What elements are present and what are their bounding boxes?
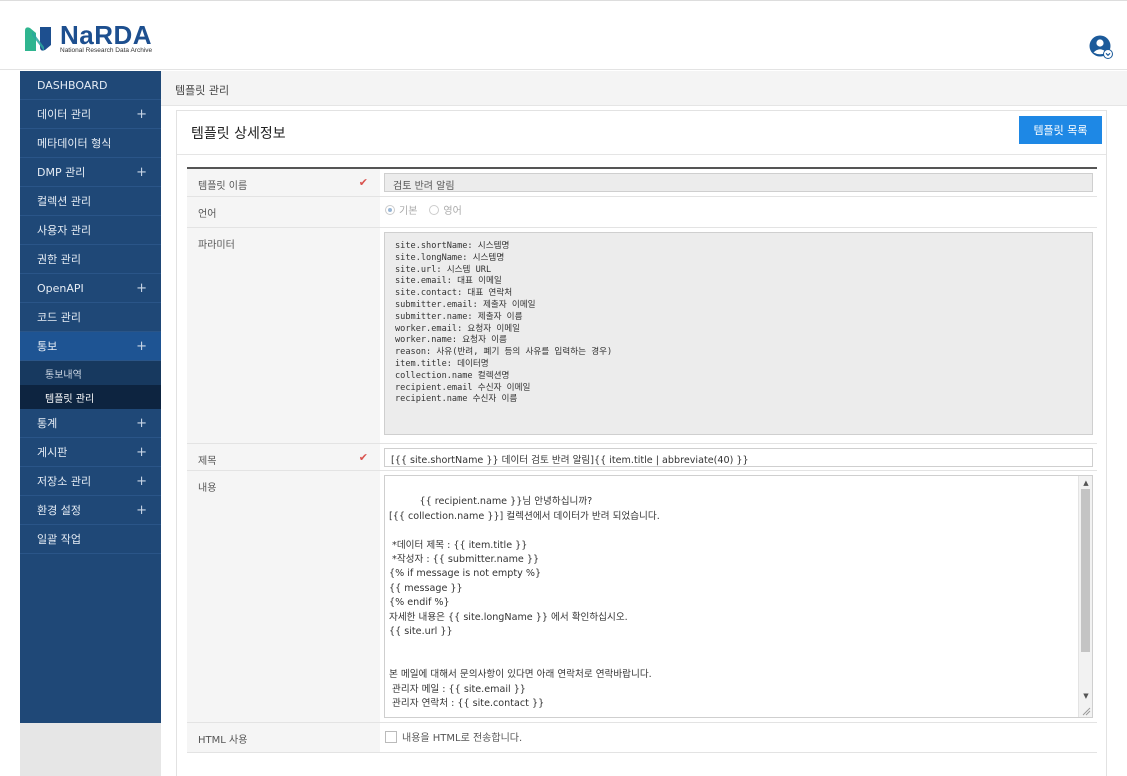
- sidebar-item-data[interactable]: 데이터 관리 +: [20, 100, 161, 129]
- sidebar-item-repository[interactable]: 저장소 관리 +: [20, 467, 161, 496]
- form-row-params: 파라미터 site.shortName: 시스템명 site.longName:…: [187, 228, 1097, 444]
- content-label: 내용: [187, 471, 380, 722]
- language-option-default: 기본: [399, 206, 418, 217]
- required-check-icon: ✔: [358, 451, 368, 464]
- expand-icon: +: [136, 502, 147, 518]
- expand-icon: +: [136, 473, 147, 489]
- sidebar-item-dashboard[interactable]: DASHBOARD: [20, 71, 161, 100]
- sidebar-item-batch-jobs[interactable]: 일괄 작업: [20, 525, 161, 554]
- content-textarea[interactable]: {{ recipient.name }}님 안녕하십니까? [{{ collec…: [384, 475, 1093, 718]
- expand-icon: +: [136, 106, 147, 122]
- divider: [177, 154, 1106, 155]
- sidebar-item-settings[interactable]: 환경 설정 +: [20, 496, 161, 525]
- expand-icon: +: [136, 415, 147, 431]
- subject-label: 제목 ✔: [187, 444, 380, 470]
- sidebar-item-openapi[interactable]: OpenAPI +: [20, 274, 161, 303]
- sidebar-item-metadata[interactable]: 메타데이터 형식: [20, 129, 161, 158]
- sidebar-item-dmp[interactable]: DMP 관리 +: [20, 158, 161, 187]
- scroll-down-arrow-icon[interactable]: ▼: [1079, 689, 1092, 703]
- params-text: site.shortName: 시스템명 site.longName: 시스템명…: [384, 232, 1093, 435]
- expand-icon: +: [136, 164, 147, 180]
- language-label: 언어: [187, 197, 380, 227]
- template-form: 템플릿 이름 ✔ 검토 반려 알림 언어 기본 영어 파라미터 site.sho…: [187, 167, 1097, 753]
- sidebar-item-collection[interactable]: 컬렉션 관리: [20, 187, 161, 216]
- sidebar-item-statistics[interactable]: 통계 +: [20, 409, 161, 438]
- html-checkbox[interactable]: [385, 730, 397, 743]
- expand-icon: +: [136, 280, 147, 296]
- top-header: NaRDA National Research Data Archive: [0, 0, 1127, 70]
- brand-subtitle: National Research Data Archive: [60, 47, 153, 54]
- sidebar-item-codes[interactable]: 코드 관리: [20, 303, 161, 332]
- form-row-name: 템플릿 이름 ✔ 검토 반려 알림: [187, 169, 1097, 197]
- scroll-thumb[interactable]: [1081, 489, 1090, 652]
- template-detail-panel: 템플릿 상세정보 템플릿 목록 템플릿 이름 ✔ 검토 반려 알림 언어 기본 …: [176, 110, 1107, 776]
- template-name-label: 템플릿 이름 ✔: [187, 169, 380, 196]
- expand-icon: +: [136, 444, 147, 460]
- user-avatar-icon[interactable]: [1089, 35, 1113, 59]
- required-check-icon: ✔: [358, 176, 368, 189]
- sidebar-item-notification[interactable]: 통보 +: [20, 332, 161, 361]
- brand-name: NaRDA: [60, 20, 153, 50]
- template-list-button[interactable]: 템플릿 목록: [1019, 116, 1102, 144]
- language-option-english: 영어: [443, 206, 462, 217]
- template-name-field: 검토 반려 알림: [384, 173, 1093, 192]
- resize-grip-icon[interactable]: [1081, 706, 1091, 716]
- form-row-html: HTML 사용 내용을 HTML로 전송합니다.: [187, 723, 1097, 753]
- sidebar-subitem-notification-history[interactable]: 통보내역: [20, 361, 161, 385]
- narda-logo-mark-icon: [25, 27, 51, 51]
- language-radio-english[interactable]: [429, 204, 440, 215]
- scroll-up-arrow-icon[interactable]: ▲: [1079, 476, 1092, 490]
- sidebar-footer: [20, 723, 161, 776]
- sidebar-item-board[interactable]: 게시판 +: [20, 438, 161, 467]
- content-scrollbar[interactable]: ▲ ▼: [1078, 476, 1092, 717]
- breadcrumb-current: 템플릿 관리: [175, 84, 230, 97]
- subject-input[interactable]: [{{ site.shortName }} 데이터 검토 반려 알림]{{ it…: [384, 448, 1093, 467]
- sidebar-item-permissions[interactable]: 권한 관리: [20, 245, 161, 274]
- form-row-subject: 제목 ✔ [{{ site.shortName }} 데이터 검토 반려 알림]…: [187, 444, 1097, 471]
- form-row-language: 언어 기본 영어: [187, 197, 1097, 228]
- page-title: 템플릿 상세정보: [191, 126, 286, 142]
- form-row-content: 내용 {{ recipient.name }}님 안녕하십니까? [{{ col…: [187, 471, 1097, 723]
- sidebar-item-users[interactable]: 사용자 관리: [20, 216, 161, 245]
- sidebar-subitem-template-management[interactable]: 템플릿 관리: [20, 385, 161, 409]
- sidebar: DASHBOARD 데이터 관리 + 메타데이터 형식 DMP 관리 + 컬렉션 관…: [20, 71, 161, 723]
- expand-icon: +: [136, 338, 147, 354]
- narda-logo[interactable]: NaRDA National Research Data Archive: [22, 20, 153, 55]
- html-checkbox-label: 내용을 HTML로 전송합니다.: [402, 733, 523, 744]
- params-label: 파라미터: [187, 228, 380, 443]
- language-radio-default[interactable]: [385, 204, 395, 215]
- html-label: HTML 사용: [187, 723, 380, 752]
- breadcrumb: 템플릿 관리: [161, 71, 1127, 106]
- content-text: {{ recipient.name }}님 안녕하십니까? [{{ collec…: [389, 496, 660, 710]
